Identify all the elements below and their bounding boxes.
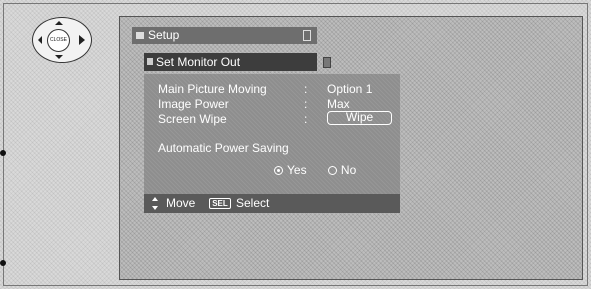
nav-up-icon[interactable] xyxy=(55,21,63,25)
margin-dot-icon xyxy=(0,150,6,156)
sel-button-icon: SEL xyxy=(209,198,231,209)
submenu-title: Set Monitor Out xyxy=(156,55,241,69)
radio-yes-label[interactable]: Yes xyxy=(287,163,307,177)
nav-down-icon[interactable] xyxy=(55,55,63,59)
setup-menu-panel: Setup Set Monitor Out Main Picture Movin… xyxy=(119,16,583,280)
menu-title-bar: Setup xyxy=(132,27,317,44)
submenu-scroll-icon xyxy=(323,57,331,68)
nav-right-icon[interactable] xyxy=(79,35,85,45)
setting-value: Max xyxy=(327,97,350,111)
menu-footer-hints: Move SEL Select xyxy=(144,194,400,213)
settings-content: Main Picture Moving : Option 1 Image Pow… xyxy=(144,74,400,194)
auto-power-saving-text: Automatic Power Saving xyxy=(158,141,289,155)
radio-yes-icon[interactable] xyxy=(274,166,283,175)
setting-label: Main Picture Moving xyxy=(158,82,267,96)
setting-colon: : xyxy=(304,82,308,96)
select-hint: Select xyxy=(236,196,270,210)
submenu-marker-icon xyxy=(147,58,153,65)
close-button[interactable]: CLOSE xyxy=(47,29,70,52)
setting-label: Image Power xyxy=(158,97,229,111)
submenu-title-bar[interactable]: Set Monitor Out xyxy=(144,53,331,71)
menu-title: Setup xyxy=(148,28,180,42)
up-down-arrows-icon xyxy=(152,197,158,210)
move-hint: Move xyxy=(166,196,196,210)
setting-colon: : xyxy=(304,112,308,126)
nav-left-icon[interactable] xyxy=(38,36,42,44)
setting-colon: : xyxy=(304,97,308,111)
menu-marker-icon xyxy=(136,32,144,39)
auto-power-saving-options: Yes No xyxy=(274,163,374,177)
margin-dot-icon xyxy=(0,260,6,266)
setting-label: Screen Wipe xyxy=(158,112,227,126)
menu-scroll-icon xyxy=(303,30,311,41)
radio-no-label[interactable]: No xyxy=(341,163,356,177)
setting-value: Option 1 xyxy=(327,82,373,96)
radio-no-icon[interactable] xyxy=(327,166,337,175)
remote-nav-pad[interactable]: CLOSE xyxy=(32,17,92,63)
wipe-button[interactable]: Wipe xyxy=(327,111,392,125)
